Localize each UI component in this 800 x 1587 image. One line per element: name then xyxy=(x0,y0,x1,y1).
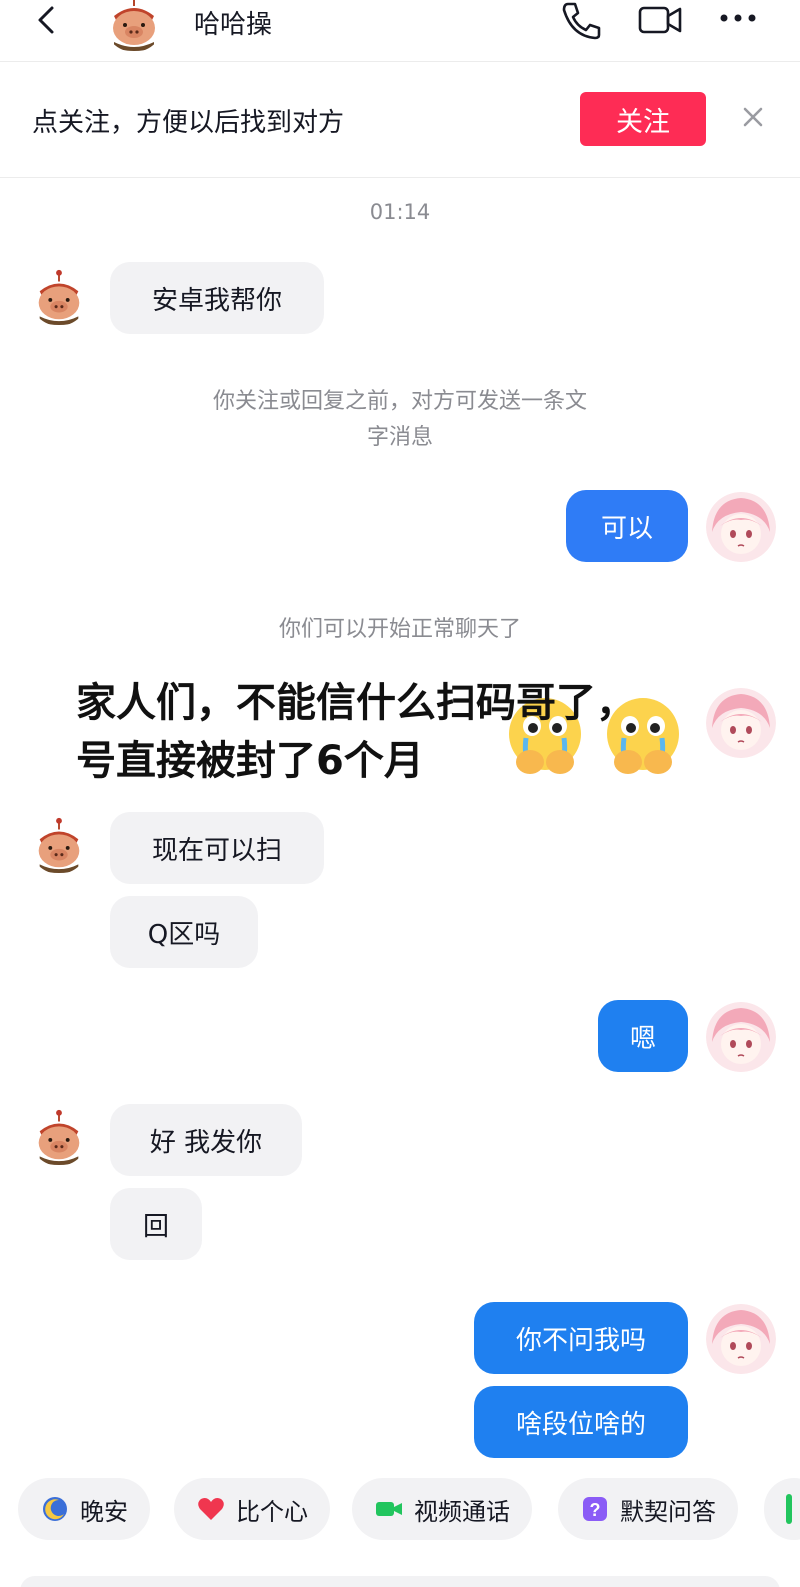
message-bubble-incoming[interactable]: 好 我发你 xyxy=(110,1104,302,1176)
chat-header: 哈哈操 xyxy=(0,0,800,62)
svg-text:?: ? xyxy=(590,1500,601,1520)
user-avatar[interactable] xyxy=(706,1002,776,1072)
overlay-caption-line: 家人们，不能信什么扫码哥了， xyxy=(76,680,636,726)
contact-avatar[interactable] xyxy=(30,1108,88,1166)
user-avatar[interactable] xyxy=(706,1304,776,1374)
system-notice-line: 字消息 xyxy=(366,425,433,450)
quick-reply-bar: 晚安 比个心 视频通话 ? 默契问答 xyxy=(0,1470,800,1550)
message-input-bar[interactable] xyxy=(20,1576,780,1587)
chat-icon xyxy=(786,1494,792,1524)
contact-avatar[interactable] xyxy=(104,0,164,52)
quick-reply-video-call[interactable]: 视频通话 xyxy=(352,1478,532,1540)
message-timestamp: 01:14 xyxy=(369,200,431,224)
quick-reply-goodnight[interactable]: 晚安 xyxy=(18,1478,150,1540)
follow-prompt-bar: 点关注，方便以后找到对方 关注 xyxy=(0,62,800,178)
moon-icon xyxy=(43,1497,67,1521)
contact-name[interactable]: 哈哈操 xyxy=(194,4,272,41)
follow-prompt-text: 点关注，方便以后找到对方 xyxy=(32,108,345,138)
quick-reply-label: 晚安 xyxy=(80,1497,128,1526)
follow-button[interactable]: 关注 xyxy=(580,92,706,146)
message-bubble-incoming[interactable]: 现在可以扫 xyxy=(110,812,324,884)
quick-reply-quiz[interactable]: ? 默契问答 xyxy=(558,1478,738,1540)
overlay-caption: 家人们，不能信什么扫码哥了， 号直接被封了6个月 xyxy=(76,674,776,790)
video-camera-icon xyxy=(376,1502,402,1516)
quick-reply-label: 视频通话 xyxy=(414,1497,510,1526)
message-bubble-incoming[interactable]: Q区吗 xyxy=(110,896,258,968)
quick-reply-heart[interactable]: 比个心 xyxy=(174,1478,330,1540)
quick-reply-label: 比个心 xyxy=(236,1497,308,1526)
quick-reply-label: 默契问答 xyxy=(620,1497,716,1526)
message-bubble-incoming[interactable]: 回 xyxy=(110,1188,202,1260)
video-call-icon[interactable] xyxy=(636,0,684,40)
user-avatar[interactable] xyxy=(706,492,776,562)
message-bubble-outgoing[interactable]: 你不问我吗 xyxy=(474,1302,688,1374)
message-bubble-incoming[interactable]: 安卓我帮你 xyxy=(110,262,324,334)
message-bubble-outgoing[interactable]: 啥段位啥的 xyxy=(474,1386,688,1458)
system-notice-line: 你关注或回复之前，对方可发送一条文 xyxy=(212,389,587,414)
system-notice: 你关注或回复之前，对方可发送一条文 字消息 xyxy=(0,384,800,456)
contact-avatar[interactable] xyxy=(30,816,88,874)
contact-avatar[interactable] xyxy=(30,268,88,326)
close-icon[interactable] xyxy=(738,102,768,132)
message-bubble-outgoing[interactable]: 嗯 xyxy=(598,1000,688,1072)
overlay-caption-line: 号直接被封了6个月 xyxy=(76,738,424,784)
back-arrow-icon[interactable] xyxy=(28,2,68,42)
system-notice: 你们可以开始正常聊天了 xyxy=(278,617,521,642)
more-options-icon[interactable] xyxy=(714,0,762,40)
phone-icon[interactable] xyxy=(558,0,606,40)
quick-reply-more[interactable] xyxy=(764,1478,800,1540)
message-bubble-outgoing[interactable]: 可以 xyxy=(566,490,688,562)
question-icon: ? xyxy=(583,1497,607,1521)
heart-icon xyxy=(198,1498,224,1520)
